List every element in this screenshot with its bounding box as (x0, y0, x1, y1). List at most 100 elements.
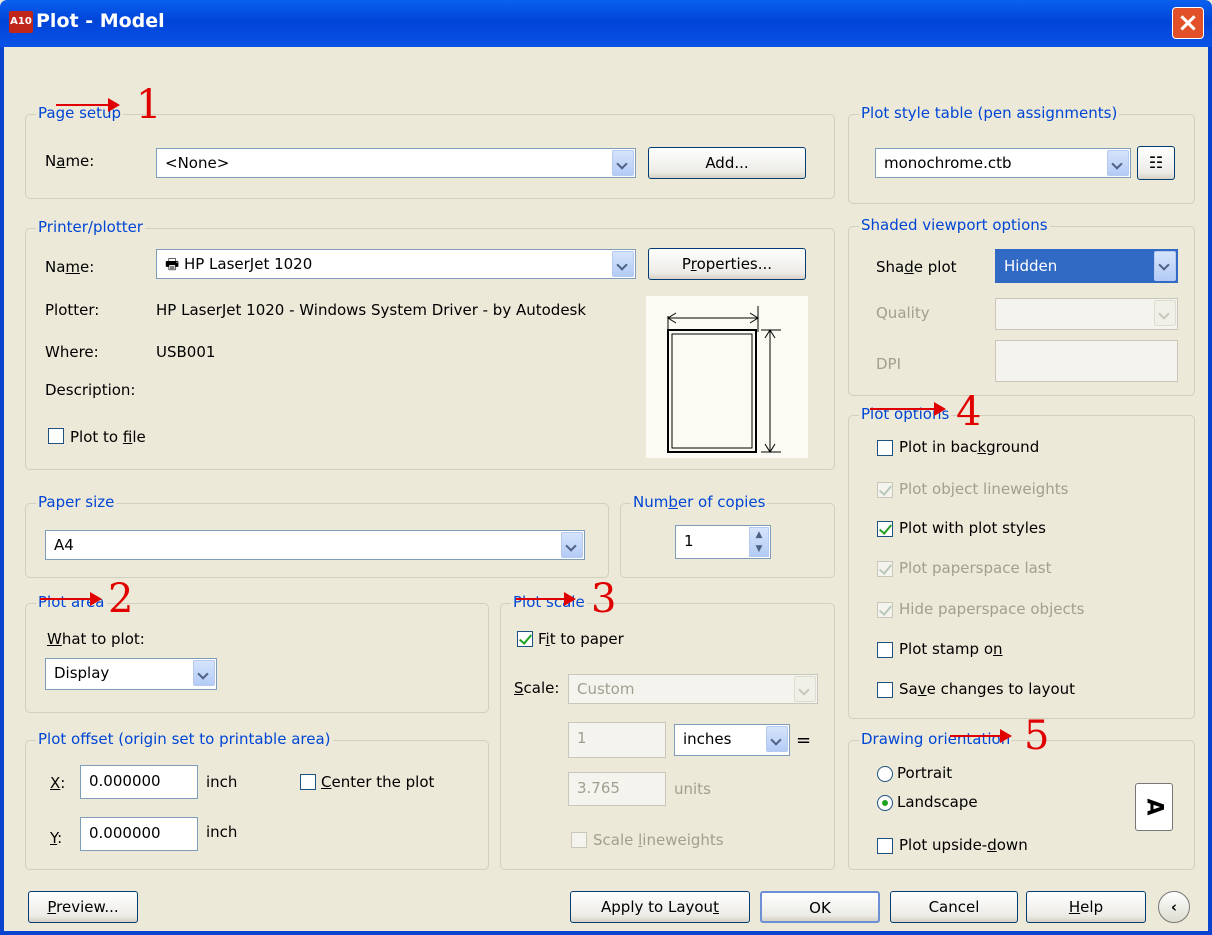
printer-legend: Printer/plotter (36, 218, 145, 236)
y-label: Y: (50, 829, 63, 847)
paper-size-combo[interactable]: A4 (45, 530, 585, 560)
annotation-arrow-5 (950, 729, 1012, 743)
properties-button[interactable]: Properties... (648, 248, 806, 280)
preview-button[interactable]: Preview... (28, 891, 138, 923)
plot-stamp-label: Plot stamp on (899, 640, 1003, 658)
chevron-down-icon[interactable] (193, 660, 215, 686)
annotation-arrow-2 (40, 592, 102, 606)
plot-to-file-checkbox[interactable] (48, 428, 64, 444)
chevron-down-icon[interactable] (1154, 300, 1176, 326)
plot-stamp-checkbox[interactable] (877, 642, 893, 658)
page-setup-name-label: Name: (45, 152, 95, 170)
fit-to-paper-label: Fit to paper (538, 630, 624, 648)
description-label: Description: (45, 381, 136, 399)
save-changes-checkbox[interactable] (877, 682, 893, 698)
chevron-down-icon[interactable] (612, 150, 634, 176)
center-plot-label: Center the plot (321, 773, 435, 791)
chevron-down-icon[interactable] (612, 251, 634, 277)
chevron-left-icon: ‹ (1170, 898, 1178, 916)
annotation-3: 3 (591, 576, 617, 622)
scale-lineweights-checkbox[interactable] (571, 832, 587, 848)
apply-to-layout-button[interactable]: Apply to Layout (570, 891, 750, 923)
y-unit: inch (206, 823, 238, 841)
scale-unit-combo[interactable]: inches (674, 724, 790, 756)
edit-table-icon: ☷ (1148, 153, 1164, 172)
window-title: Plot - Model (36, 10, 165, 32)
printer-name-label: Name: (45, 258, 95, 276)
dpi-input[interactable] (995, 340, 1178, 382)
dpi-label: DPI (876, 355, 902, 373)
upside-down-checkbox[interactable] (877, 838, 893, 854)
shade-plot-combo[interactable]: Hidden (995, 249, 1178, 283)
paper-size-legend: Paper size (36, 493, 117, 511)
scale-units-label: units (674, 780, 711, 798)
close-icon: × (1177, 8, 1199, 38)
shade-plot-label: Shade plot (876, 258, 957, 276)
y-offset-input[interactable]: 0.000000 (80, 817, 198, 851)
save-changes-label: Save changes to layout (899, 680, 1076, 698)
chevron-down-icon[interactable] (561, 532, 583, 558)
copies-legend: Number of copies (631, 493, 768, 511)
plot-paperspace-last-checkbox[interactable] (877, 561, 893, 577)
paper-preview-diagram (667, 306, 781, 453)
fit-to-paper-checkbox[interactable] (517, 631, 533, 647)
what-to-plot-combo[interactable]: Display (45, 658, 217, 690)
shaded-viewport-legend: Shaded viewport options (859, 216, 1050, 234)
scale-lineweights-label: Scale lineweights (593, 831, 724, 849)
annotation-5: 5 (1024, 713, 1050, 759)
hide-paperspace-checkbox[interactable] (877, 602, 893, 618)
chevron-down-icon[interactable] (766, 726, 788, 752)
edit-plot-style-button[interactable]: ☷ (1137, 146, 1175, 180)
where-value: USB001 (156, 343, 216, 361)
annotation-arrow-1 (56, 98, 120, 112)
annotation-4: 4 (956, 389, 982, 435)
hide-paperspace-label: Hide paperspace objects (899, 600, 1085, 618)
plot-with-styles-label: Plot with plot styles (899, 519, 1046, 537)
printer-icon: 🖶 (165, 255, 184, 273)
page-setup-name-combo[interactable]: <None> (156, 148, 636, 178)
landscape-radio[interactable] (877, 795, 893, 811)
annotation-arrow-3 (516, 592, 576, 606)
portrait-label: Portrait (897, 764, 953, 782)
landscape-orientation-icon: A (1135, 783, 1173, 831)
plot-lineweights-checkbox[interactable] (877, 482, 893, 498)
scale-units-input[interactable]: 3.765 (568, 772, 666, 806)
x-unit: inch (206, 773, 238, 791)
ok-button[interactable]: OK (760, 891, 880, 923)
copies-spinner[interactable]: ▲ ▼ (749, 527, 769, 557)
plot-offset-legend: Plot offset (origin set to printable are… (36, 730, 333, 748)
quality-combo[interactable] (995, 298, 1178, 330)
pen-assign-legend: Plot style table (pen assignments) (859, 104, 1120, 122)
where-label: Where: (45, 343, 99, 361)
plotter-label: Plotter: (45, 301, 100, 319)
scale-combo[interactable]: Custom (568, 674, 818, 704)
center-plot-checkbox[interactable] (300, 774, 316, 790)
x-offset-input[interactable]: 0.000000 (80, 765, 198, 799)
plot-to-file-label: Plot to file (70, 428, 146, 446)
plot-paperspace-last-label: Plot paperspace last (899, 559, 1052, 577)
chevron-down-icon[interactable] (1154, 251, 1176, 281)
annotation-arrow-4 (870, 402, 946, 416)
plot-with-styles-checkbox[interactable] (877, 521, 893, 537)
what-to-plot-label: What to plot: (47, 630, 145, 648)
upside-down-label: Plot upside-down (899, 836, 1028, 854)
equals-sign: = (796, 730, 812, 751)
spin-up-icon[interactable]: ▲ (750, 528, 768, 542)
x-label: X: (50, 774, 66, 792)
plot-in-background-checkbox[interactable] (877, 440, 893, 456)
chevron-down-icon[interactable] (1107, 150, 1129, 176)
close-button[interactable]: × (1172, 7, 1204, 39)
spin-down-icon[interactable]: ▼ (750, 542, 768, 556)
collapse-button[interactable]: ‹ (1158, 891, 1190, 923)
help-button[interactable]: Help (1026, 891, 1146, 923)
paper-preview (646, 296, 808, 458)
annotation-2: 2 (108, 576, 134, 622)
pen-assign-combo[interactable]: monochrome.ctb (875, 148, 1131, 178)
scale-value-input[interactable]: 1 (568, 722, 666, 758)
portrait-radio[interactable] (877, 766, 893, 782)
cancel-button[interactable]: Cancel (890, 891, 1018, 923)
chevron-down-icon[interactable] (794, 676, 816, 702)
orientation-legend: Drawing orientation (859, 730, 1013, 748)
printer-name-combo[interactable]: 🖶 HP LaserJet 1020 (156, 249, 636, 279)
add-button[interactable]: Add... (648, 147, 806, 179)
